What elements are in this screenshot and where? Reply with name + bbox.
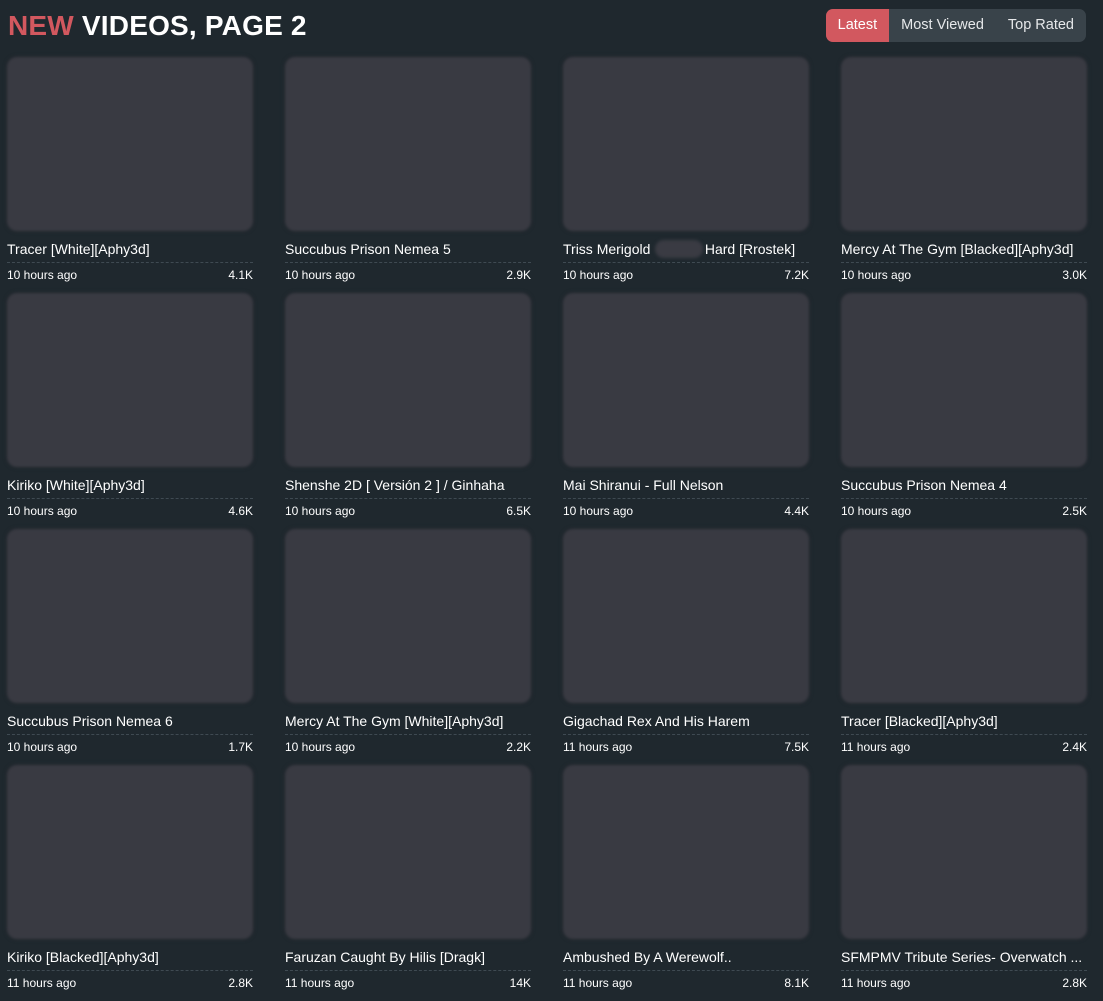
video-view-count: 2.8K xyxy=(228,976,253,990)
video-upload-time: 10 hours ago xyxy=(841,504,912,518)
video-card[interactable]: Mercy At The Gym [White][Aphy3d] 10 hours… xyxy=(285,529,531,759)
video-card[interactable]: Tracer [White][Aphy3d] 10 hours ago 4.1K xyxy=(7,57,253,287)
video-view-count: 8.1K xyxy=(784,976,809,990)
video-title[interactable]: Shenshe 2D [ Versión 2 ] / Ginhaha xyxy=(285,476,531,494)
card-divider xyxy=(841,970,1087,971)
video-title[interactable]: Tracer [Blacked][Aphy3d] xyxy=(841,712,1087,730)
video-thumbnail[interactable] xyxy=(7,293,253,467)
video-card[interactable]: Triss Merigold Hard [Rrostek] 10 hours ag… xyxy=(563,57,809,287)
video-card[interactable]: Ambushed By A Werewolf.. 11 hours ago 8.1K xyxy=(563,765,809,995)
video-upload-time: 11 hours ago xyxy=(841,740,911,754)
video-upload-time: 11 hours ago xyxy=(841,976,911,990)
card-divider xyxy=(7,970,253,971)
video-title[interactable]: Succubus Prison Nemea 6 xyxy=(7,712,253,730)
video-view-count: 2.8K xyxy=(1062,976,1087,990)
video-view-count: 4.4K xyxy=(784,504,809,518)
video-upload-time: 10 hours ago xyxy=(563,504,634,518)
redacted-text xyxy=(655,240,703,258)
video-thumbnail[interactable] xyxy=(7,57,253,231)
card-divider xyxy=(285,970,531,971)
video-thumbnail[interactable] xyxy=(841,57,1087,231)
video-upload-time: 11 hours ago xyxy=(563,976,633,990)
video-upload-time: 11 hours ago xyxy=(285,976,355,990)
video-card[interactable]: Gigachad Rex And His Harem 11 hours ago 7.… xyxy=(563,529,809,759)
video-thumbnail[interactable] xyxy=(7,529,253,703)
video-thumbnail[interactable] xyxy=(285,765,531,939)
video-title[interactable]: Mai Shiranui - Full Nelson xyxy=(563,476,809,494)
video-card[interactable]: Shenshe 2D [ Versión 2 ] / Ginhaha 10 hou… xyxy=(285,293,531,523)
video-upload-time: 10 hours ago xyxy=(285,268,356,282)
video-title[interactable]: Ambushed By A Werewolf.. xyxy=(563,948,809,966)
video-view-count: 3.0K xyxy=(1062,268,1087,282)
video-thumbnail[interactable] xyxy=(563,293,809,467)
video-view-count: 2.4K xyxy=(1062,740,1087,754)
video-card[interactable]: Kiriko [Blacked][Aphy3d] 11 hours ago 2.8K xyxy=(7,765,253,995)
video-view-count: 4.6K xyxy=(228,504,253,518)
video-upload-time: 10 hours ago xyxy=(841,268,912,282)
video-thumbnail[interactable] xyxy=(563,765,809,939)
card-divider xyxy=(7,734,253,735)
video-view-count: 2.2K xyxy=(506,740,531,754)
card-divider xyxy=(563,734,809,735)
video-view-count: 1.7K xyxy=(228,740,253,754)
page: NEW VIDEOS, PAGE 2 Latest Most Viewed To… xyxy=(0,0,1103,1001)
video-thumbnail[interactable] xyxy=(841,293,1087,467)
video-card[interactable]: Faruzan Caught By Hilis [Dragk] 11 hours … xyxy=(285,765,531,995)
card-divider xyxy=(841,262,1087,263)
video-thumbnail[interactable] xyxy=(563,529,809,703)
card-divider xyxy=(563,970,809,971)
video-thumbnail[interactable] xyxy=(841,765,1087,939)
video-view-count: 4.1K xyxy=(228,268,253,282)
video-upload-time: 10 hours ago xyxy=(7,268,78,282)
card-divider xyxy=(841,498,1087,499)
video-title[interactable]: Gigachad Rex And His Harem xyxy=(563,712,809,730)
card-divider xyxy=(563,498,809,499)
video-title[interactable]: Faruzan Caught By Hilis [Dragk] xyxy=(285,948,531,966)
video-title[interactable]: Kiriko [White][Aphy3d] xyxy=(7,476,253,494)
video-thumbnail[interactable] xyxy=(841,529,1087,703)
video-title[interactable]: Succubus Prison Nemea 5 xyxy=(285,240,531,258)
card-divider xyxy=(285,262,531,263)
video-thumbnail[interactable] xyxy=(7,765,253,939)
card-divider xyxy=(563,262,809,263)
card-divider xyxy=(285,498,531,499)
video-upload-time: 10 hours ago xyxy=(7,504,78,518)
video-view-count: 6.5K xyxy=(506,504,531,518)
card-divider xyxy=(7,498,253,499)
video-card[interactable]: Succubus Prison Nemea 6 10 hours ago 1.7K xyxy=(7,529,253,759)
video-thumbnail[interactable] xyxy=(285,529,531,703)
video-upload-time: 10 hours ago xyxy=(285,504,356,518)
video-card[interactable]: Kiriko [White][Aphy3d] 10 hours ago 4.6K xyxy=(7,293,253,523)
video-card[interactable]: Tracer [Blacked][Aphy3d] 11 hours ago 2.4K xyxy=(841,529,1087,759)
video-card[interactable]: SFMPMV Tribute Series- Overwatch ... 11 h… xyxy=(841,765,1087,995)
video-card[interactable]: Mercy At The Gym [Blacked][Aphy3d] 10 hou… xyxy=(841,57,1087,287)
card-divider xyxy=(7,262,253,263)
video-view-count: 2.5K xyxy=(1062,504,1087,518)
video-thumbnail[interactable] xyxy=(285,293,531,467)
video-upload-time: 11 hours ago xyxy=(7,976,77,990)
video-title[interactable]: Mercy At The Gym [Blacked][Aphy3d] xyxy=(841,240,1087,258)
video-title[interactable]: Succubus Prison Nemea 4 xyxy=(841,476,1087,494)
video-view-count: 7.5K xyxy=(784,740,809,754)
video-card[interactable]: Mai Shiranui - Full Nelson 10 hours ago 4.… xyxy=(563,293,809,523)
video-upload-time: 11 hours ago xyxy=(563,740,633,754)
video-thumbnail[interactable] xyxy=(563,57,809,231)
video-title[interactable]: Tracer [White][Aphy3d] xyxy=(7,240,253,258)
video-upload-time: 10 hours ago xyxy=(285,740,356,754)
video-thumbnail[interactable] xyxy=(285,57,531,231)
video-title[interactable]: Kiriko [Blacked][Aphy3d] xyxy=(7,948,253,966)
video-upload-time: 10 hours ago xyxy=(7,740,78,754)
video-view-count: 7.2K xyxy=(784,268,809,282)
card-divider xyxy=(841,734,1087,735)
video-view-count: 14K xyxy=(509,976,531,990)
card-divider xyxy=(285,734,531,735)
video-card[interactable]: Succubus Prison Nemea 4 10 hours ago 2.5K xyxy=(841,293,1087,523)
video-title[interactable]: SFMPMV Tribute Series- Overwatch ... xyxy=(841,948,1087,966)
video-card[interactable]: Succubus Prison Nemea 5 10 hours ago 2.9K xyxy=(285,57,531,287)
video-upload-time: 10 hours ago xyxy=(563,268,634,282)
video-grid: Tracer [White][Aphy3d] 10 hours ago 4.1K Su… xyxy=(0,0,1103,1001)
video-title[interactable]: Mercy At The Gym [White][Aphy3d] xyxy=(285,712,531,730)
video-view-count: 2.9K xyxy=(506,268,531,282)
